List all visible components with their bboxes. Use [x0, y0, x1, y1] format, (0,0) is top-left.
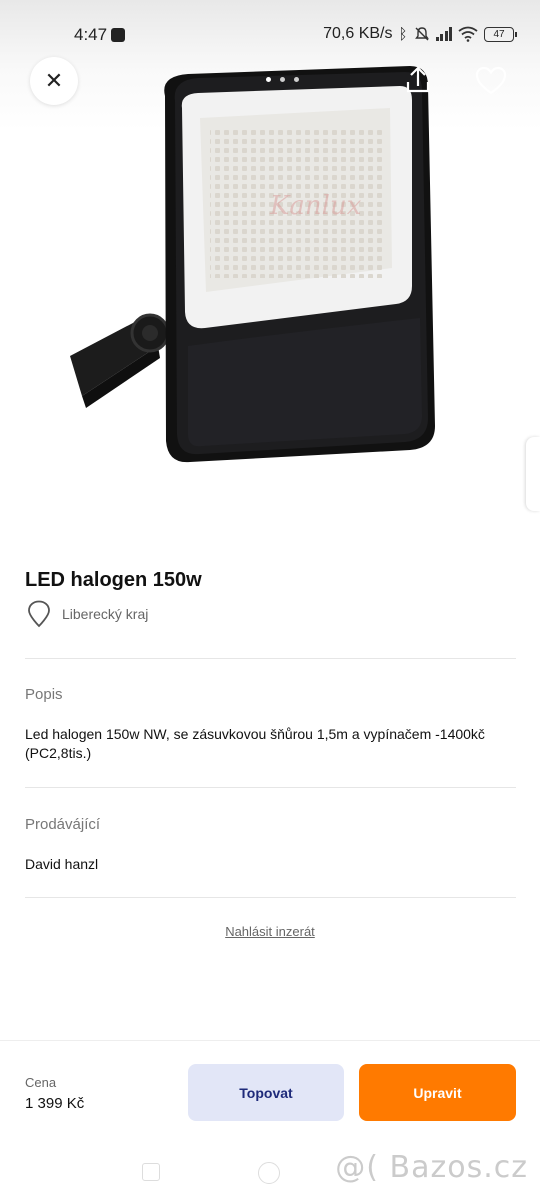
favorite-heart-icon[interactable]	[470, 60, 512, 102]
mute-icon	[414, 27, 429, 41]
listing-location: Liberecký kraj	[26, 600, 148, 628]
close-button[interactable]: ✕	[30, 57, 78, 105]
divider	[25, 897, 516, 898]
price-value: 1 399 Kč	[25, 1095, 85, 1112]
bazos-watermark: @( Bazos.cz	[335, 1150, 528, 1185]
price-label: Cena	[25, 1075, 57, 1090]
notification-app-icon	[111, 28, 125, 42]
side-panel-handle[interactable]	[526, 437, 540, 511]
promote-button[interactable]: Topovat	[188, 1064, 344, 1121]
bottom-action-bar: Cena 1 399 Kč Topovat Upravit	[0, 1040, 540, 1150]
listing-title: LED halogen 150w	[25, 569, 202, 591]
description-heading: Popis	[25, 686, 63, 703]
report-listing-link[interactable]: Nahlásit inzerát	[0, 924, 540, 939]
status-indicators: 70,6 KB/s ᛒ 47	[323, 25, 517, 43]
seller-heading: Prodávájící	[25, 816, 101, 833]
seller-name: David hanzl	[25, 856, 99, 872]
status-time: 4:47	[74, 25, 108, 44]
gallery-dot	[280, 77, 285, 82]
description-text: Led halogen 150w NW, se zásuvkovou šňůro…	[25, 726, 485, 761]
recent-apps-icon[interactable]	[142, 1163, 160, 1181]
battery-icon: 47	[484, 26, 517, 42]
bluetooth-icon: ᛒ	[398, 25, 408, 43]
edit-button[interactable]: Upravit	[359, 1064, 516, 1121]
wifi-icon	[458, 26, 478, 42]
gallery-dots	[266, 77, 299, 82]
status-bar: 4:47 70,6 KB/s ᛒ 47	[0, 0, 540, 70]
network-speed: 70,6 KB/s	[323, 25, 393, 42]
kanlux-watermark: Kanlux	[269, 191, 362, 221]
share-icon[interactable]	[398, 60, 438, 100]
location-pin-icon	[28, 600, 50, 628]
location-label: Liberecký kraj	[62, 606, 149, 622]
gallery-dot	[294, 77, 299, 82]
signal-icon	[435, 27, 452, 41]
close-icon: ✕	[44, 68, 64, 93]
divider	[25, 658, 516, 659]
home-icon[interactable]	[258, 1162, 280, 1184]
product-image: Kanlux	[70, 66, 435, 463]
gallery-dot	[266, 77, 271, 82]
product-gallery[interactable]: Kanlux	[0, 0, 540, 540]
divider	[25, 787, 516, 788]
